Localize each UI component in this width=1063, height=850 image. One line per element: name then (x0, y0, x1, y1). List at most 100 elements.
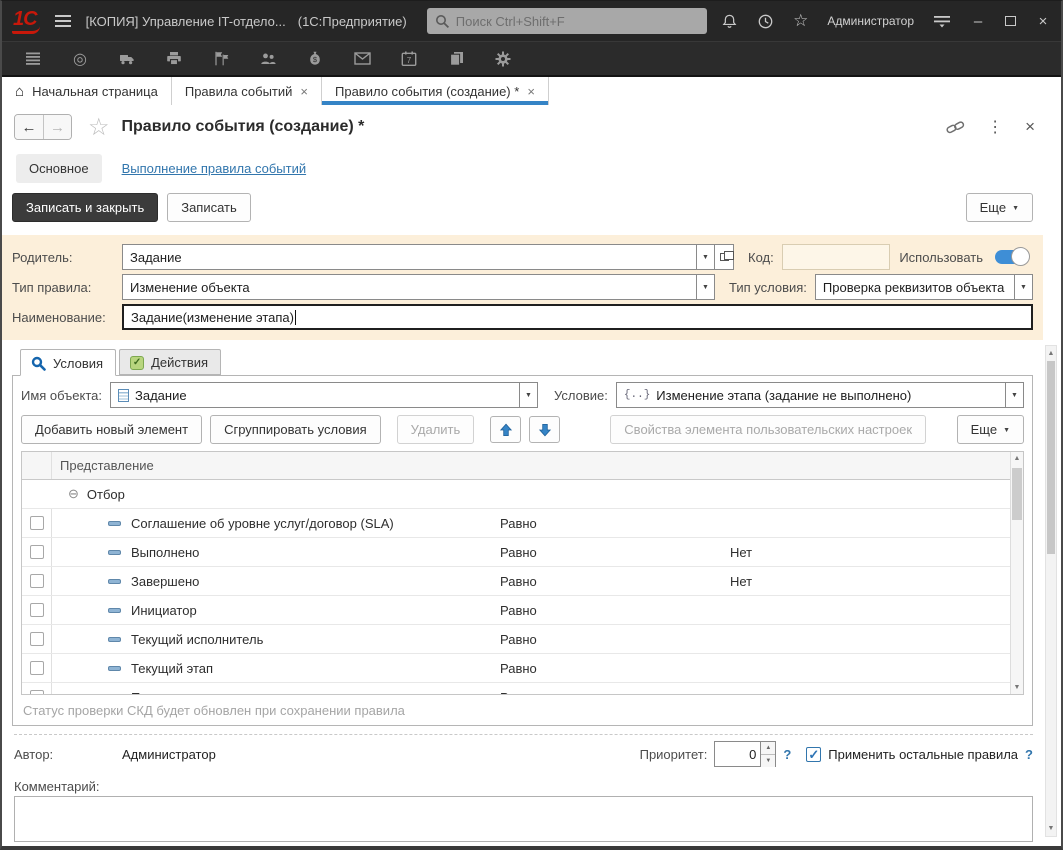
table-row[interactable]: Завершено Равно Нет (22, 567, 1010, 596)
priority-help-icon[interactable]: ? (783, 747, 791, 762)
hamburger-menu-icon[interactable] (54, 14, 72, 28)
scrollbar-thumb[interactable] (1047, 361, 1055, 554)
favorite-star-icon[interactable]: ☆ (88, 113, 110, 142)
service-menu-icon[interactable] (933, 14, 951, 28)
row-checkbox[interactable] (30, 632, 44, 646)
scrollbar-thumb[interactable] (1012, 468, 1022, 520)
parent-field[interactable]: Задание ▼ (122, 244, 734, 270)
window-title: [КОПИЯ] Управление IT-отдело...(1С:Предп… (86, 14, 407, 29)
history-icon[interactable] (757, 13, 774, 30)
table-row[interactable]: Соглашение об уровне услуг/договор (SLA)… (22, 509, 1010, 538)
group-conditions-button[interactable]: Сгруппировать условия (210, 415, 381, 444)
notifications-bell-icon[interactable] (721, 13, 738, 30)
tab-event-rules[interactable]: Правила событий × (172, 77, 322, 105)
back-button[interactable]: ← (15, 115, 43, 139)
scroll-down-icon[interactable]: ▼ (1011, 681, 1023, 694)
close-window-button[interactable]: × (1035, 13, 1051, 30)
table-row[interactable]: Текущий исполнитель Равно (22, 625, 1010, 654)
more-button[interactable]: Еще▼ (966, 193, 1033, 222)
lifebuoy-icon[interactable]: ◎ (71, 50, 89, 68)
table-row[interactable]: Текущий этап Равно (22, 654, 1010, 683)
form-scrollbar[interactable]: ▲ ▼ (1045, 345, 1057, 837)
checkbox-checked-icon: ✓ (130, 356, 144, 370)
documents-icon[interactable] (447, 50, 465, 68)
maximize-button[interactable] (1005, 16, 1016, 26)
money-bag-icon[interactable]: $ (306, 50, 324, 68)
row-checkbox[interactable] (30, 690, 44, 694)
current-user[interactable]: Администратор (827, 14, 914, 28)
name-field[interactable]: Задание(изменение этапа) (122, 304, 1033, 330)
section-main[interactable]: Основное (16, 154, 102, 183)
comment-field[interactable] (14, 796, 1033, 842)
spin-down-icon[interactable]: ▼ (761, 754, 775, 767)
condition-type-field[interactable]: Проверка реквизитов объекта ▼ (815, 274, 1033, 300)
use-toggle[interactable] (995, 250, 1027, 264)
apply-other-rules-label[interactable]: Применить остальные правила (828, 747, 1018, 762)
tab-conditions[interactable]: Условия (20, 349, 116, 376)
close-tab-icon[interactable]: × (527, 84, 535, 99)
move-up-button[interactable] (490, 416, 521, 443)
condition-type-label: Тип условия: (729, 280, 807, 295)
scroll-down-icon[interactable]: ▼ (1046, 822, 1056, 835)
list-icon[interactable] (24, 50, 42, 68)
condition-field[interactable]: {..}Изменение этапа (задание не выполнен… (616, 382, 1024, 408)
user-settings-properties-button[interactable]: Свойства элемента пользовательских настр… (610, 415, 926, 444)
settings-gear-icon[interactable] (494, 50, 512, 68)
mail-icon[interactable] (353, 50, 371, 68)
calendar-icon[interactable]: 7 (400, 50, 418, 68)
history-nav-group: ← → (14, 114, 72, 140)
row-checkbox[interactable] (30, 545, 44, 559)
form-header: ← → ☆ Правило события (создание) * ⋮ × (2, 105, 1061, 149)
row-checkbox[interactable] (30, 603, 44, 617)
apply-other-rules-checkbox[interactable]: ✓ (806, 747, 821, 762)
delivery-truck-icon[interactable] (118, 50, 136, 68)
conditions-more-button[interactable]: Еще▼ (957, 415, 1024, 444)
get-link-icon[interactable] (946, 120, 965, 135)
close-form-icon[interactable]: × (1025, 117, 1035, 137)
flags-icon[interactable] (212, 50, 230, 68)
row-checkbox[interactable] (30, 574, 44, 588)
save-button[interactable]: Записать (167, 193, 251, 222)
more-menu-icon[interactable]: ⋮ (987, 117, 1003, 137)
parent-open-button[interactable] (715, 244, 734, 270)
row-checkbox[interactable] (30, 516, 44, 530)
spin-up-icon[interactable]: ▲ (761, 742, 775, 754)
tab-event-rule-new[interactable]: Правило события (создание) * × (322, 77, 549, 105)
object-name-field[interactable]: Задание ▼ (110, 382, 538, 408)
priority-stepper[interactable]: 0 ▲ ▼ (714, 741, 776, 767)
object-name-dropdown-button[interactable]: ▼ (519, 382, 538, 408)
save-and-close-button[interactable]: Записать и закрыть (12, 193, 158, 222)
move-down-button[interactable] (529, 416, 560, 443)
event-rule-form: ← → ☆ Правило события (создание) * ⋮ × О… (2, 105, 1061, 845)
condition-type-dropdown-button[interactable]: ▼ (1014, 274, 1033, 300)
rule-type-label: Тип правила: (12, 280, 122, 295)
users-icon[interactable] (259, 50, 277, 68)
chevron-down-icon: ▼ (1020, 284, 1027, 291)
row-checkbox[interactable] (30, 661, 44, 675)
table-row-partial[interactable]: П Равно (22, 683, 1010, 694)
global-search-input[interactable]: Поиск Ctrl+Shift+F (427, 8, 707, 34)
section-execution-link[interactable]: Выполнение правила событий (122, 161, 307, 176)
table-row[interactable]: Выполнено Равно Нет (22, 538, 1010, 567)
minimize-button[interactable]: – (970, 13, 986, 30)
tab-home[interactable]: ⌂ Начальная страница (2, 77, 172, 105)
filter-item-icon (108, 637, 121, 642)
open-windows-tabbar: ⌂ Начальная страница Правила событий × П… (2, 77, 1061, 105)
table-scrollbar[interactable]: ▲ ▼ (1010, 452, 1023, 694)
table-group-row[interactable]: ⊖Отбор (22, 480, 1010, 509)
scroll-up-icon[interactable]: ▲ (1011, 452, 1023, 465)
tab-actions[interactable]: ✓ Действия (119, 349, 221, 375)
close-tab-icon[interactable]: × (300, 84, 308, 99)
collapse-icon[interactable]: ⊖ (68, 486, 79, 502)
delete-button[interactable]: Удалить (397, 415, 475, 444)
forward-button[interactable]: → (43, 115, 71, 139)
condition-dropdown-button[interactable]: ▼ (1005, 382, 1024, 408)
favorites-star-icon[interactable]: ☆ (793, 11, 808, 31)
parent-dropdown-button[interactable]: ▼ (696, 244, 715, 270)
rule-type-dropdown-button[interactable]: ▼ (696, 274, 715, 300)
apply-other-rules-help-icon[interactable]: ? (1025, 747, 1033, 762)
rule-type-field[interactable]: Изменение объекта ▼ (122, 274, 715, 300)
printer-icon[interactable] (165, 50, 183, 68)
add-element-button[interactable]: Добавить новый элемент (21, 415, 202, 444)
table-row[interactable]: Инициатор Равно (22, 596, 1010, 625)
